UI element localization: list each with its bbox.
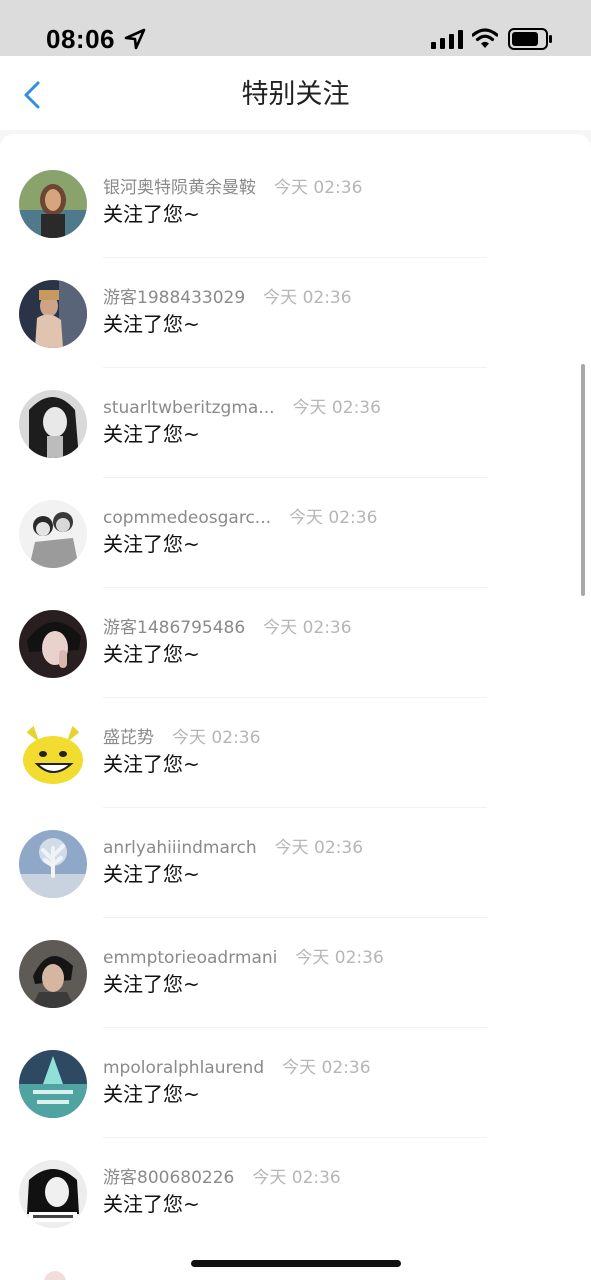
list-item[interactable]: mpoloralphlaurend 今天 02:36 关注了您~ [0,1050,591,1160]
action-text: 关注了您~ [103,422,200,446]
username[interactable]: stuarltwberitzgma... [103,395,275,421]
action-text: 关注了您~ [103,752,200,776]
timestamp: 今天 02:36 [252,1168,341,1188]
page-title: 特别关注 [241,79,350,110]
cellular-signal-icon [431,30,463,49]
username[interactable]: 游客1486795486 [103,615,245,641]
avatar[interactable] [19,500,87,568]
list-item[interactable]: anrlyahiiindmarch 今天 02:36 关注了您~ [0,830,591,940]
avatar[interactable] [19,720,87,788]
action-text: 关注了您~ [103,862,200,886]
username[interactable]: copmmedeosgarc... [103,505,271,531]
divider [103,477,487,478]
action-text: 关注了您~ [103,972,200,996]
timestamp: 今天 02:36 [263,618,352,638]
list-item[interactable]: copmmedeosgarc... 今天 02:36 关注了您~ [0,500,591,610]
avatar[interactable] [19,1050,87,1118]
action-text: 关注了您~ [103,202,200,226]
location-arrow-icon [124,28,146,50]
action-text: 关注了您~ [103,642,200,666]
username[interactable]: anrlyahiiindmarch [103,835,257,861]
list-item[interactable]: 游客1486795486 今天 02:36 关注了您~ [0,610,591,720]
divider [103,1137,487,1138]
divider [103,697,487,698]
list-item[interactable]: stuarltwberitzgma... 今天 02:36 关注了您~ [0,390,591,500]
scrollbar-thumb[interactable] [581,364,585,596]
avatar[interactable] [19,390,87,458]
divider [103,587,487,588]
avatar[interactable] [19,1160,87,1228]
username[interactable]: 银河奥特陨黄余曼鞍 [103,175,256,201]
action-text: 关注了您~ [103,532,200,556]
divider [103,917,487,918]
timestamp: 今天 02:36 [274,838,364,858]
username[interactable]: mpoloralphlaurend [103,1055,264,1081]
list-item[interactable]: 银河奥特陨黄余曼鞍 今天 02:36 关注了您~ [0,170,591,280]
avatar[interactable] [19,280,87,348]
list-item[interactable]: emmptorieoadrmani 今天 02:36 关注了您~ [0,940,591,1050]
action-text: 关注了您~ [103,1192,200,1216]
timestamp: 今天 02:36 [289,508,378,528]
home-indicator[interactable] [191,1260,401,1267]
divider [103,1027,487,1028]
timestamp: 今天 02:36 [282,1058,371,1078]
list-item[interactable]: 游客800680226 今天 02:36 关注了您~ [0,1160,591,1270]
divider [103,257,487,258]
timestamp: 今天 02:36 [263,288,352,308]
timestamp: 今天 02:36 [274,178,363,198]
username[interactable]: 游客800680226 [103,1165,234,1191]
divider [103,367,487,368]
timestamp: 今天 02:36 [295,948,384,968]
username[interactable]: 盛芘势 [103,725,154,751]
nav-bar: 特别关注 [0,56,591,130]
action-text: 关注了您~ [103,312,200,336]
list-item[interactable]: 盛芘势 今天 02:36 关注了您~ [0,720,591,830]
username[interactable]: 游客1988433029 [103,285,245,311]
status-time: 08:06 [46,24,115,54]
avatar[interactable] [19,170,87,238]
avatar[interactable] [19,830,87,898]
wifi-icon [472,28,498,48]
avatar[interactable] [19,940,87,1008]
timestamp: 今天 02:36 [172,728,261,748]
timestamp: 今天 02:36 [292,398,381,418]
divider [103,807,487,808]
battery-icon [508,28,552,50]
list-item[interactable]: 游客1988433029 今天 02:36 关注了您~ [0,280,591,390]
avatar[interactable] [19,610,87,678]
action-text: 关注了您~ [103,1082,200,1106]
username[interactable]: emmptorieoadrmani [103,945,277,971]
status-bar: 08:06 [0,0,591,56]
follow-list: 银河奥特陨黄余曼鞍 今天 02:36 关注了您~ 游客1988433029 今天 0… [0,134,591,1280]
